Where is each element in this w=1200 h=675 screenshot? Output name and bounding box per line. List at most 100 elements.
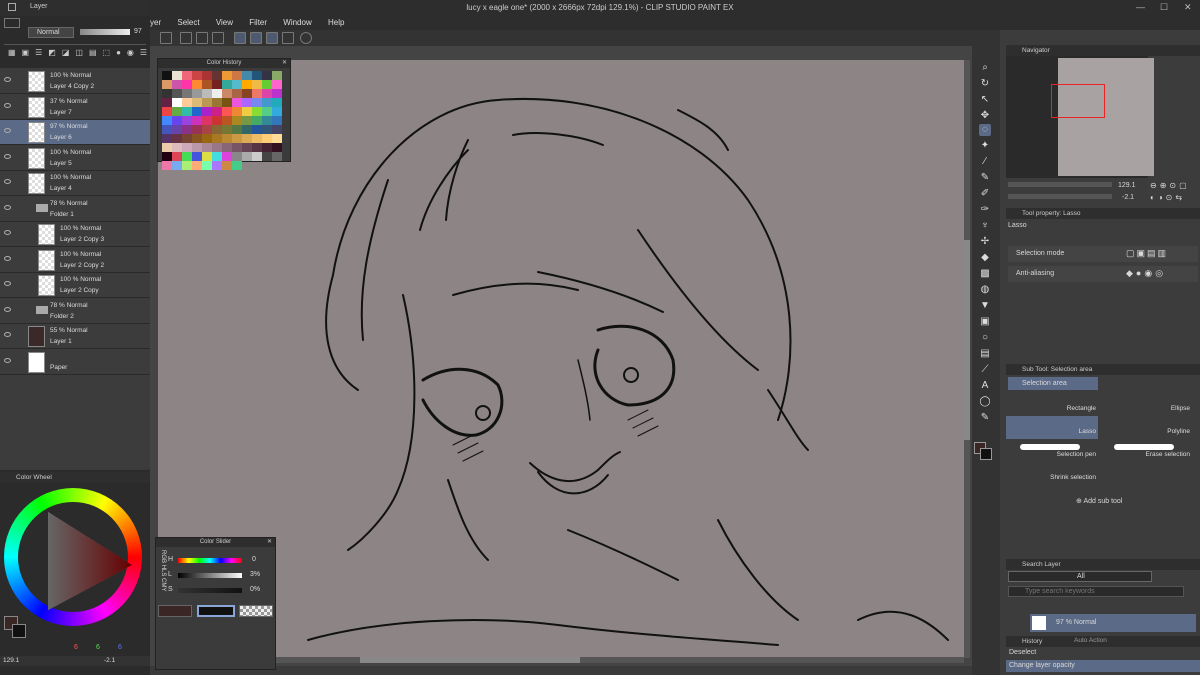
navigator-rotate-slider[interactable] [1008,194,1112,199]
close-icon[interactable]: ✕ [282,59,287,68]
history-item[interactable]: Deselect [1006,647,1200,659]
color-swatch[interactable] [182,125,192,134]
airbrush-icon[interactable]: ♆ [979,220,991,232]
color-swatch[interactable] [182,107,192,116]
color-swatch[interactable] [212,89,222,98]
color-swatch[interactable] [182,98,192,107]
color-swatch[interactable] [252,89,262,98]
selection-mode-buttons[interactable]: ▢▣▤▥ [1126,248,1168,259]
color-swatch[interactable] [272,80,282,89]
sub-color-chip[interactable] [980,448,992,460]
color-swatch[interactable] [202,134,212,143]
search-result-row[interactable]: 97 % Normal [1030,614,1196,632]
color-swatch[interactable] [202,143,212,152]
color-history-swatches[interactable] [162,71,282,170]
color-swatch[interactable] [262,152,272,161]
visibility-eye-icon[interactable] [4,332,11,337]
eraser-icon[interactable]: ◆ [979,252,991,264]
visibility-eye-icon[interactable] [4,102,11,108]
balloon-icon[interactable]: ◯ [979,396,991,408]
color-swatch[interactable] [242,107,252,116]
color-swatch[interactable] [252,143,262,152]
color-swatch[interactable] [192,71,202,80]
color-swatch[interactable] [202,71,212,80]
sub-color-swatch[interactable] [12,624,26,638]
auto-action-tab[interactable]: Auto Action [1074,637,1107,644]
refresh-icon[interactable] [300,32,312,44]
sub-tool-rectangle[interactable]: Rectangle [1006,392,1098,415]
color-swatch[interactable] [172,98,182,107]
color-swatch[interactable] [182,116,192,125]
pen-tool-icon[interactable]: ✎ [979,172,991,184]
color-swatch[interactable] [232,116,242,125]
color-swatch[interactable] [172,116,182,125]
color-swatch[interactable] [242,125,252,134]
layer-settings-icon[interactable] [4,18,20,28]
brush-tool-icon[interactable]: ✑ [979,204,991,216]
decoration-icon[interactable]: ✢ [979,236,991,248]
correct-line-icon[interactable]: ✎ [979,412,991,424]
sub-tool-tab[interactable]: Selection area [1008,377,1098,390]
color-swatch[interactable] [262,134,272,143]
color-swatch[interactable] [222,143,232,152]
color-swatch[interactable] [182,71,192,80]
visibility-eye-icon[interactable] [4,153,11,159]
color-swatch[interactable] [162,89,172,98]
color-swatch[interactable] [232,143,242,152]
menu-layer[interactable]: yer [150,16,161,30]
color-swatch[interactable] [182,152,192,161]
color-swatch[interactable] [252,71,262,80]
color-mode-tabs[interactable]: RGB HLS CMY [158,550,166,591]
color-swatch[interactable] [242,71,252,80]
color-swatch[interactable] [192,98,202,107]
lasso-tool-icon[interactable]: ◌ [979,124,991,136]
color-swatch[interactable] [212,161,222,170]
main-color-swatch[interactable] [158,605,192,617]
layer-row[interactable]: 100 % Normal Layer 4 [0,171,150,196]
color-swatch[interactable] [222,80,232,89]
color-swatch[interactable] [212,116,222,125]
color-swatch[interactable] [162,152,172,161]
color-swatch[interactable] [232,125,242,134]
color-swatch[interactable] [232,107,242,116]
menu-view[interactable]: View [216,16,233,30]
visibility-eye-icon[interactable] [4,128,11,133]
color-swatch[interactable] [242,143,252,152]
color-swatch[interactable] [222,107,232,116]
color-swatch[interactable] [232,98,242,107]
h-value[interactable]: 0 [252,556,256,563]
navigator-view[interactable] [1006,56,1154,178]
color-swatch[interactable] [202,107,212,116]
navigator-angle[interactable]: -2.1 [1122,194,1134,201]
color-swatch[interactable] [222,89,232,98]
color-swatch[interactable] [242,152,252,161]
layer-row[interactable]: 100 % Normal Layer 4 Copy 2 [0,69,150,94]
color-swatch[interactable] [162,80,172,89]
search-filter-select[interactable]: All [1008,571,1152,582]
sub-tool-ellipse[interactable]: Ellipse [1100,392,1192,415]
color-swatch[interactable] [272,134,282,143]
sub-tool-polyline[interactable]: Polyline [1100,416,1192,439]
color-swatch[interactable] [242,98,252,107]
maximize-icon[interactable]: ☐ [1160,2,1168,13]
layer-row[interactable]: 37 % Normal Layer 7 [0,95,150,120]
lightness-slider[interactable] [178,573,242,578]
color-swatch[interactable] [202,98,212,107]
color-swatch[interactable] [172,134,182,143]
visibility-eye-icon[interactable] [4,179,11,184]
color-swatch[interactable] [192,143,202,152]
color-swatch[interactable] [162,125,172,134]
transform-icon[interactable] [160,32,172,44]
layer-row[interactable]: 55 % Normal Layer 1 [0,324,150,349]
visibility-eye-icon[interactable] [4,255,11,261]
visibility-eye-icon[interactable] [4,357,11,363]
color-swatch[interactable] [252,152,262,161]
opacity-slider[interactable] [80,29,130,35]
color-swatch[interactable] [202,125,212,134]
fill-tool-icon[interactable]: ▼ [979,300,991,312]
visibility-eye-icon[interactable] [4,230,11,235]
color-swatch[interactable] [192,80,202,89]
sub-tool-shrink-selection[interactable]: Shrink selection [1006,463,1098,485]
color-swatch[interactable] [232,71,242,80]
close-icon[interactable]: ✕ [1184,2,1192,13]
